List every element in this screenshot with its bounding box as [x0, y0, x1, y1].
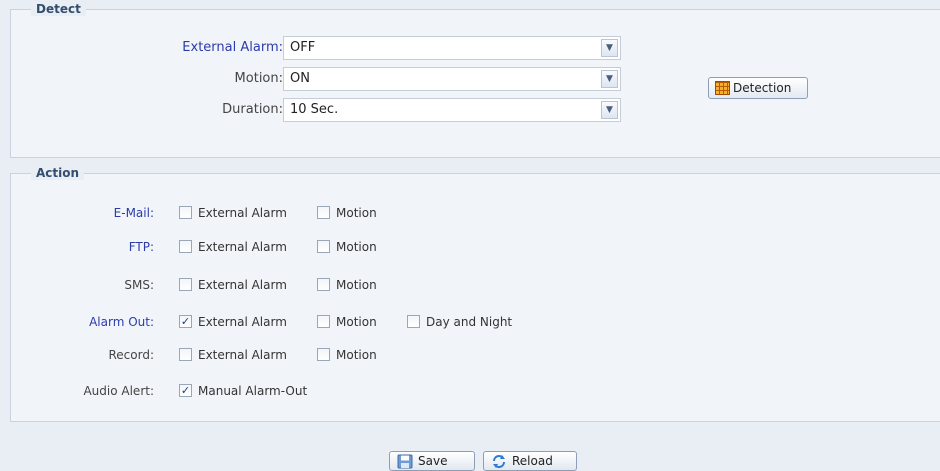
alarm-out-external-alarm-checkbox[interactable]: ✓	[179, 315, 192, 328]
duration-row: Duration: 10 Sec. ▼	[11, 98, 940, 122]
email-motion-checkbox[interactable]	[317, 206, 330, 219]
checkbox-label: Manual Alarm-Out	[198, 384, 308, 398]
external-alarm-value: OFF	[290, 40, 316, 55]
action-row-ftp: FTP: External Alarm Motion	[11, 238, 940, 256]
ftp-motion-checkbox[interactable]	[317, 240, 330, 253]
checkbox-label: External Alarm	[198, 206, 287, 220]
checkbox-label: Motion	[336, 278, 377, 292]
chevron-down-icon[interactable]: ▼	[601, 101, 618, 119]
check-icon: ✓	[180, 315, 191, 328]
checkbox-label: Motion	[336, 348, 377, 362]
action-row-label: Record:	[108, 348, 154, 362]
action-row-label: Alarm Out:	[89, 315, 154, 329]
action-row-sms: SMS: External Alarm Motion	[11, 276, 940, 294]
alarm-out-day-and-night-checkbox[interactable]	[407, 315, 420, 328]
detect-legend: Detect	[31, 2, 86, 16]
action-row-email: E-Mail: External Alarm Motion	[11, 204, 940, 222]
external-alarm-row: External Alarm: OFF ▼	[11, 36, 940, 60]
email-external-alarm-checkbox[interactable]	[179, 206, 192, 219]
checkbox-label: Motion	[336, 206, 377, 220]
detect-panel: Detect External Alarm: OFF ▼ Motion: ON …	[10, 2, 940, 158]
checkbox-label: Day and Night	[426, 315, 513, 329]
checkbox-label: Motion	[336, 315, 377, 329]
detection-button[interactable]: Detection	[708, 77, 808, 99]
sms-external-alarm-checkbox[interactable]	[179, 278, 192, 291]
action-row-label: SMS:	[124, 278, 154, 292]
external-alarm-label: External Alarm:	[182, 40, 283, 55]
duration-label: Duration:	[222, 102, 283, 117]
audio-alert-manual-alarm-out-checkbox[interactable]: ✓	[179, 384, 192, 397]
checkbox-label: External Alarm	[198, 315, 287, 329]
checkbox-label: Motion	[336, 240, 377, 254]
duration-select[interactable]: 10 Sec. ▼	[283, 98, 621, 122]
refresh-icon	[493, 455, 505, 468]
duration-value: 10 Sec.	[290, 102, 339, 117]
checkbox-label: External Alarm	[198, 278, 287, 292]
action-row-label: FTP:	[128, 240, 154, 254]
external-alarm-select[interactable]: OFF ▼	[283, 36, 621, 60]
ftp-external-alarm-checkbox[interactable]	[179, 240, 192, 253]
reload-button-label: Reload	[512, 454, 553, 468]
save-button-label: Save	[418, 454, 448, 468]
action-row-record: Record: External Alarm Motion	[11, 346, 940, 364]
action-panel: Action E-Mail: External Alarm Motion FTP…	[10, 166, 940, 422]
motion-select[interactable]: ON ▼	[283, 67, 621, 91]
save-button[interactable]: Save	[389, 451, 475, 471]
motion-label: Motion:	[234, 71, 283, 86]
sms-motion-checkbox[interactable]	[317, 278, 330, 291]
checkbox-label: External Alarm	[198, 348, 287, 362]
checkbox-label: External Alarm	[198, 240, 287, 254]
action-row-label: E-Mail:	[113, 206, 154, 220]
action-legend: Action	[31, 166, 85, 180]
action-row-audio-alert: Audio Alert: ✓ Manual Alarm-Out	[11, 382, 940, 400]
chevron-down-icon[interactable]: ▼	[601, 39, 618, 57]
grid-icon	[715, 81, 730, 95]
action-row-alarm-out: Alarm Out: ✓ External Alarm Motion Day a…	[11, 313, 940, 331]
reload-button[interactable]: Reload	[483, 451, 577, 471]
check-icon: ✓	[180, 384, 191, 397]
alarm-out-motion-checkbox[interactable]	[317, 315, 330, 328]
record-external-alarm-checkbox[interactable]	[179, 348, 192, 361]
chevron-down-icon[interactable]: ▼	[601, 70, 618, 88]
floppy-disk-icon	[397, 454, 413, 469]
record-motion-checkbox[interactable]	[317, 348, 330, 361]
action-row-label: Audio Alert:	[83, 384, 154, 398]
detection-button-label: Detection	[733, 81, 792, 95]
motion-value: ON	[290, 71, 310, 86]
